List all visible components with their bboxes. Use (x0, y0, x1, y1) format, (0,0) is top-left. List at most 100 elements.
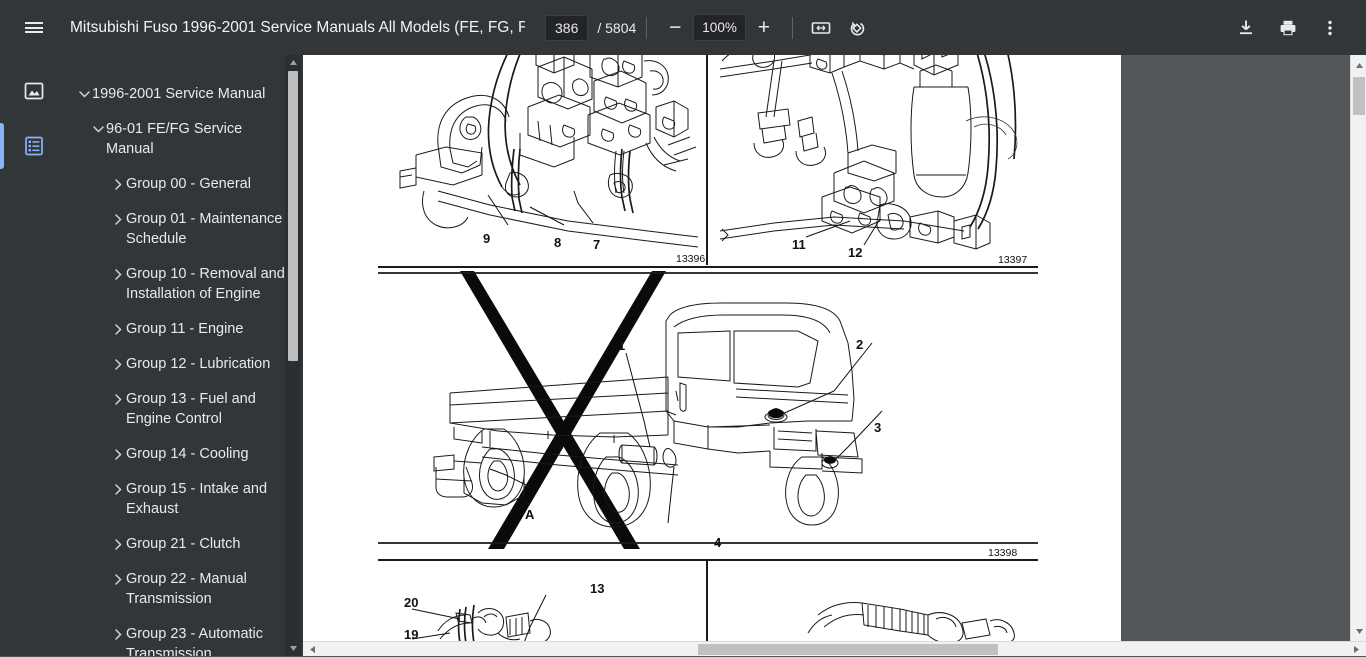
chevron-right-icon[interactable] (110, 534, 126, 554)
sidebar-item-0[interactable]: 1996-2001 Service Manual (68, 79, 303, 109)
page-count-label: / 5804 (597, 20, 636, 36)
sidebar-scroll-thumb[interactable] (288, 71, 298, 361)
chevron-right-icon[interactable] (110, 319, 126, 339)
chevron-left-icon (309, 645, 316, 654)
toolbar-right-actions (1228, 10, 1366, 46)
chevron-down-icon (1355, 628, 1364, 635)
sidebar-item-label: 1996-2001 Service Manual (92, 84, 293, 104)
fit-to-width-icon (810, 17, 832, 39)
sidebar-item-label: Group 22 - Manual Transmission (126, 569, 293, 609)
sidebar-item-6[interactable]: Group 12 - Lubrication (68, 349, 303, 379)
figure-13397-artwork (714, 55, 1038, 265)
chevron-down-icon[interactable] (76, 84, 92, 104)
callout-1: 1 (618, 338, 625, 353)
callout-2: 2 (856, 337, 863, 352)
figure-number-13396: 13396 (676, 253, 705, 265)
zoom-in-button[interactable]: + (746, 10, 782, 46)
figure-number-13398: 13398 (988, 547, 1017, 559)
sidebar-item-1[interactable]: 96-01 FE/FG Service Manual (68, 114, 303, 164)
sidebar-scroll-corner[interactable] (285, 641, 301, 656)
print-button[interactable] (1270, 10, 1306, 46)
sidebar-item-label: Group 15 - Intake and Exhaust (126, 479, 293, 519)
sidebar-item-9[interactable]: Group 15 - Intake and Exhaust (68, 474, 303, 524)
minus-icon: − (669, 17, 681, 38)
sidebar-item-7[interactable]: Group 13 - Fuel and Engine Control (68, 384, 303, 434)
sidebar-item-11[interactable]: Group 22 - Manual Transmission (68, 564, 303, 614)
page-number-input[interactable]: 386 (545, 15, 588, 41)
pdf-page: 9 8 7 13396 (303, 55, 1121, 641)
callout-A: A (525, 507, 534, 522)
chevron-right-icon[interactable] (110, 479, 126, 499)
chevron-right-icon[interactable] (110, 354, 126, 374)
hamburger-bar (25, 22, 43, 24)
document-outline-icon (22, 134, 46, 158)
chevron-right-icon[interactable] (110, 209, 126, 229)
sidebar-item-3[interactable]: Group 01 - Maintenance Schedule (68, 204, 303, 254)
outline-panel-button[interactable] (14, 126, 54, 166)
sidebar-item-5[interactable]: Group 11 - Engine (68, 314, 303, 344)
sidebar-item-4[interactable]: Group 10 - Removal and Installation of E… (68, 259, 303, 309)
sidebar-scrollbar[interactable] (285, 55, 301, 656)
rotate-button[interactable] (839, 10, 875, 46)
figure-number-13397: 13397 (998, 254, 1027, 266)
chevron-right-icon[interactable] (110, 264, 126, 284)
callout-9: 9 (483, 231, 490, 246)
callout-7: 7 (593, 237, 600, 252)
more-options-button[interactable] (1312, 10, 1348, 46)
sidebar-item-12[interactable]: Group 23 - Automatic Transmission (68, 619, 303, 656)
callout-11: 11 (792, 237, 806, 252)
scroll-down-button[interactable] (1351, 623, 1366, 639)
callout-3: 3 (874, 420, 881, 435)
viewer-vertical-scrollbar[interactable] (1350, 55, 1366, 641)
zoom-out-button[interactable]: − (657, 10, 693, 46)
figure-13396-artwork (378, 55, 708, 265)
chevron-right-icon[interactable] (110, 444, 126, 464)
toolbar-divider (646, 17, 647, 39)
figure-column-divider (706, 55, 708, 265)
scroll-left-button[interactable] (305, 642, 320, 657)
outline-sidebar: 1996-2001 Service Manual 96-01 FE/FG Serv… (68, 55, 303, 656)
chevron-up-icon (289, 59, 298, 66)
sidebar-item-8[interactable]: Group 14 - Cooling (68, 439, 303, 469)
callout-8: 8 (554, 235, 561, 250)
sidebar-item-10[interactable]: Group 21 - Clutch (68, 529, 303, 559)
figure-bottom-right-artwork (714, 561, 1038, 641)
callout-4: 4 (714, 535, 721, 550)
scroll-up-button[interactable] (1351, 57, 1366, 73)
plus-icon: + (758, 17, 770, 38)
scroll-right-button[interactable] (1349, 642, 1364, 657)
sidebar-item-label: Group 01 - Maintenance Schedule (126, 209, 293, 249)
rotate-icon (846, 17, 868, 39)
hamburger-icon[interactable] (16, 10, 52, 46)
figure-13398-artwork (378, 271, 1038, 551)
thumbnails-panel-button[interactable] (14, 71, 54, 111)
chevron-right-icon[interactable] (110, 389, 126, 409)
sidebar-item-label: Group 00 - General (126, 174, 293, 194)
download-icon (1235, 17, 1257, 39)
page-content: 9 8 7 13396 (378, 55, 1038, 641)
print-icon (1277, 17, 1299, 39)
fit-to-width-button[interactable] (803, 10, 839, 46)
chevron-right-icon (1353, 645, 1360, 654)
figure-bottom-left-artwork (378, 561, 706, 641)
hamburger-bar (25, 27, 43, 29)
callout-19: 19 (404, 627, 418, 641)
viewer-horizontal-scrollbar[interactable] (303, 641, 1366, 656)
viewer-vertical-scroll-thumb[interactable] (1353, 77, 1365, 115)
sidebar-item-2[interactable]: Group 00 - General (68, 169, 303, 199)
chevron-down-icon[interactable] (90, 119, 106, 139)
zoom-level-input[interactable]: 100% (693, 14, 746, 41)
pdf-viewer-canvas[interactable]: 9 8 7 13396 (303, 55, 1350, 641)
callout-12: 12 (848, 245, 862, 260)
sidebar-item-label: Group 12 - Lubrication (126, 354, 293, 374)
sidebar-item-label: Group 13 - Fuel and Engine Control (126, 389, 293, 429)
chevron-right-icon[interactable] (110, 174, 126, 194)
callout-20: 20 (404, 595, 418, 610)
viewer-horizontal-scroll-thumb[interactable] (698, 644, 998, 655)
download-button[interactable] (1228, 10, 1264, 46)
active-panel-indicator (0, 123, 4, 169)
chevron-right-icon[interactable] (110, 624, 126, 644)
sidebar-item-label: 96-01 FE/FG Service Manual (106, 119, 293, 159)
sidebar-scroll-up-button[interactable] (285, 55, 301, 70)
chevron-right-icon[interactable] (110, 569, 126, 589)
